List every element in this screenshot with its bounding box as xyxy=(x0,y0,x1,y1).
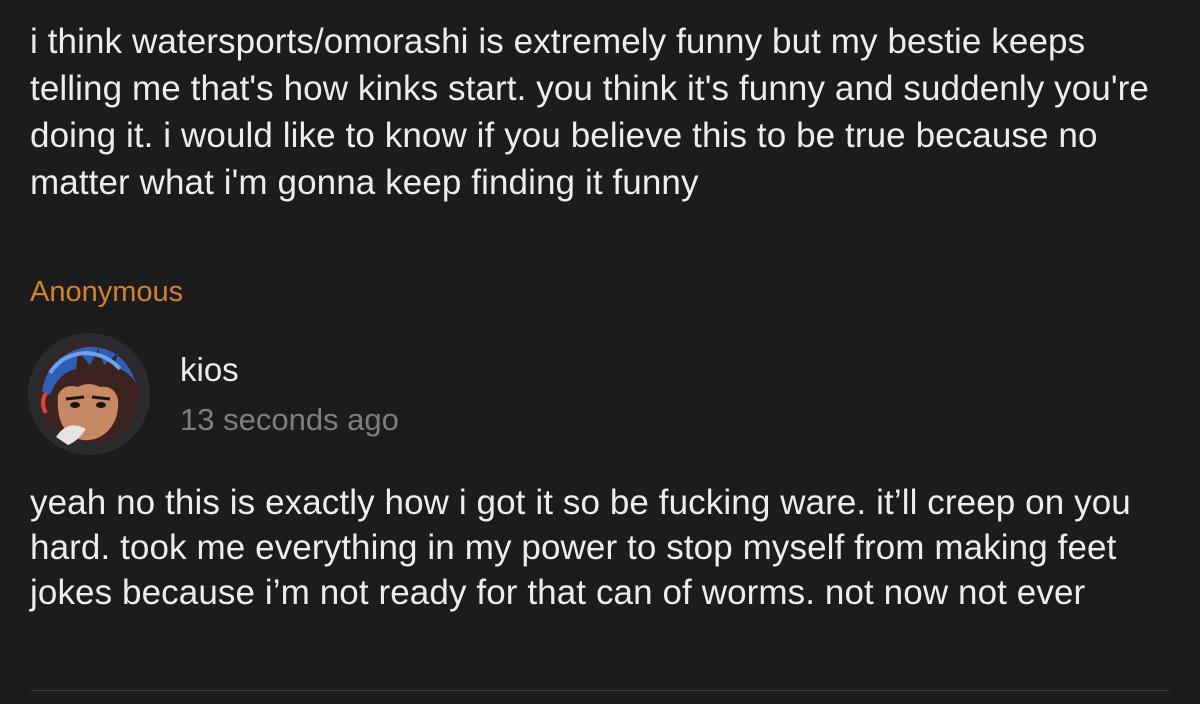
question-answer-card: i think watersports/omorashi is extremel… xyxy=(0,0,1200,704)
asker-name[interactable]: Anonymous xyxy=(30,272,183,312)
question-text: i think watersports/omorashi is extremel… xyxy=(30,22,1149,202)
answer-text: yeah no this is exactly how i got it so … xyxy=(30,483,1131,612)
anime-character-avatar-icon xyxy=(28,333,150,455)
answer-timestamp: 13 seconds ago xyxy=(180,402,399,437)
divider xyxy=(30,690,1170,691)
answerer-username[interactable]: kios xyxy=(180,350,239,390)
avatar[interactable] xyxy=(28,333,150,455)
